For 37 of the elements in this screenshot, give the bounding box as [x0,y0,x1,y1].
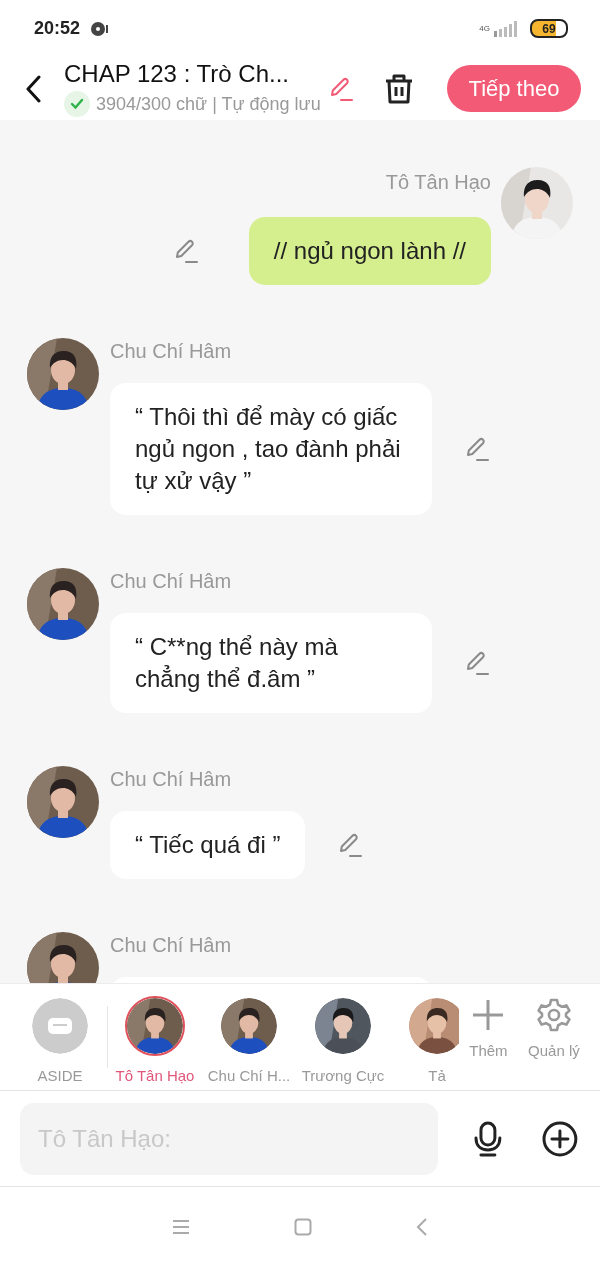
pencil-icon[interactable] [337,832,364,858]
network-label: 4G [479,24,490,33]
sender-name: Chu Chí Hâm [110,933,233,958]
back-icon[interactable] [24,74,42,103]
plus-icon [471,998,506,1032]
microphone-icon[interactable] [473,1120,504,1157]
pencil-icon[interactable] [328,75,354,102]
add-circle-icon[interactable] [542,1120,578,1157]
sender-name: Chu Chí Hâm [110,569,233,594]
chapter-title: CHAP 123 : Trò Ch... [64,60,290,88]
character-tab[interactable]: Chu Chí H... [202,984,296,1084]
character-tab[interactable]: Tô Tân Hạo [108,984,202,1084]
message-bubble: “ Thôi thì để mày có giấc ngủ ngon , tao đành phải tự xử vậy ” [110,383,432,515]
disc-icon [90,20,109,37]
add-button[interactable]: Thêm [469,984,508,1090]
note-icon [32,998,88,1054]
pencil-icon[interactable] [464,650,490,676]
word-count: 3904/300 chữ | Tự động lưu [96,93,321,115]
manage-button[interactable]: Quản lý [528,984,580,1090]
message-bubble: // ngủ ngon lành // [248,217,491,285]
menu-icon[interactable] [172,1219,190,1235]
sender-name: Chu Chí Hâm [110,339,233,364]
character-tab[interactable]: ASIDE [13,984,107,1084]
settings-icon [536,998,571,1032]
pencil-icon[interactable] [464,436,490,462]
message-bubble: “ Tiếc quá đi ” [110,811,306,879]
character-tab[interactable]: Tả [390,984,459,1084]
character-tab[interactable]: Trương Cực [296,984,390,1084]
signal-icon [494,20,518,37]
home-icon[interactable] [294,1218,312,1236]
message-bubble: “ C**ng thể này mà chẳng thể đ.âm ” [110,613,432,713]
sender-name: Chu Chí Hâm [110,767,233,792]
battery-icon: 69 [530,19,568,38]
sender-name: Tô Tân Hạo [385,170,491,195]
status-time: 20:52 [34,18,81,39]
trash-icon[interactable] [384,72,414,105]
next-button[interactable]: Tiếp theo [447,65,581,112]
